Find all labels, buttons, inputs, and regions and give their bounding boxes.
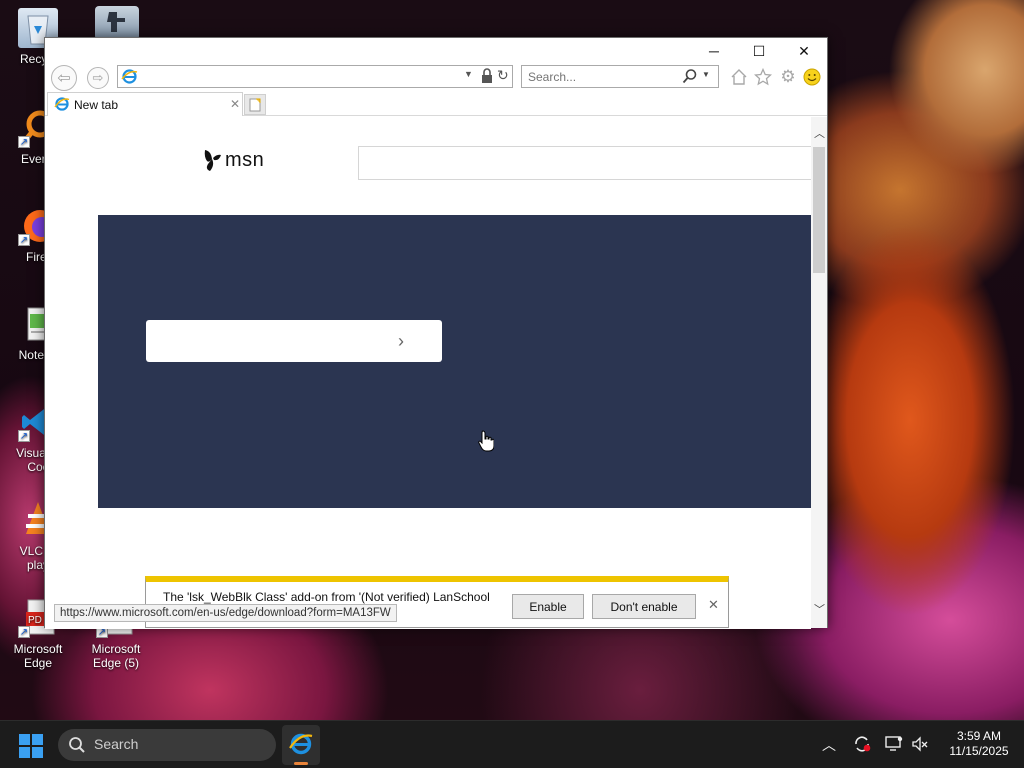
forward-button[interactable]: ⇨ xyxy=(87,67,109,89)
shortcut-arrow-icon: ↗ xyxy=(18,234,30,246)
clock-date: 11/15/2025 xyxy=(949,744,1009,758)
ie-tab-icon xyxy=(54,96,70,112)
dont-enable-button[interactable]: Don't enable xyxy=(592,594,696,619)
enable-button[interactable]: Enable xyxy=(512,594,584,619)
taskbar-search-label: Search xyxy=(94,736,139,752)
desktop-icon-label-line2: Edge (5) xyxy=(92,656,140,670)
scroll-down-icon[interactable]: ﹀ xyxy=(814,601,825,617)
hero-search-field[interactable]: › xyxy=(146,320,442,362)
window-titlebar[interactable]: ─ ☐ ✕ xyxy=(45,38,827,64)
game-app-icon xyxy=(95,6,139,40)
taskbar: Search ︿ 3:59 AM 11/15/2025 xyxy=(0,720,1024,768)
maximize-button[interactable]: ☐ xyxy=(736,38,782,64)
shortcut-arrow-icon: ↗ xyxy=(18,430,30,442)
shortcut-arrow-icon: ↗ xyxy=(18,136,30,148)
forward-arrow-icon: ⇨ xyxy=(92,70,104,85)
close-button[interactable]: ✕ xyxy=(781,38,827,64)
address-dropdown-icon[interactable]: ▼ xyxy=(464,69,473,79)
msn-logo[interactable]: msn xyxy=(201,147,264,173)
ie-browser-window: ─ ☐ ✕ ⇦ ⇨ ▼ ↻ ▼ xyxy=(44,37,828,629)
active-app-indicator xyxy=(294,762,308,765)
back-button[interactable]: ⇦ xyxy=(51,65,77,91)
back-arrow-icon: ⇦ xyxy=(57,70,71,87)
address-bar[interactable]: ▼ ↻ xyxy=(117,65,513,88)
refresh-icon[interactable]: ↻ xyxy=(497,67,509,84)
favorites-button[interactable] xyxy=(753,67,773,87)
internet-explorer-icon xyxy=(289,733,313,755)
minimize-button[interactable]: ─ xyxy=(691,38,737,64)
display-icon[interactable] xyxy=(884,734,904,754)
hero-banner: › xyxy=(98,215,811,508)
feedback-button[interactable] xyxy=(802,67,822,87)
address-input[interactable] xyxy=(142,69,452,85)
search-dropdown-icon[interactable]: ▼ xyxy=(702,70,710,79)
taskbar-search[interactable]: Search xyxy=(58,729,276,761)
tab-strip: New tab ✕ xyxy=(45,92,827,116)
msn-butterfly-icon xyxy=(204,150,221,171)
search-icon xyxy=(68,736,86,754)
search-box[interactable]: ▼ xyxy=(521,65,719,88)
chevron-right-icon[interactable]: › xyxy=(398,331,404,352)
notification-close-icon[interactable]: ✕ xyxy=(708,597,719,613)
shortcut-arrow-icon: ↗ xyxy=(18,626,30,638)
desktop-icon-label-line2: Edge xyxy=(23,656,53,670)
volume-muted-icon[interactable] xyxy=(910,734,930,754)
msn-logo-text: msn xyxy=(225,148,265,171)
msn-search-input[interactable] xyxy=(358,146,811,180)
sync-icon[interactable] xyxy=(852,734,872,754)
status-bar-url: https://www.microsoft.com/en-us/edge/dow… xyxy=(54,604,397,622)
page-content: msn › xyxy=(45,117,811,629)
tab-label: New tab xyxy=(74,98,119,112)
search-input[interactable] xyxy=(528,69,668,85)
vertical-scrollbar[interactable]: ︿ ﹀ xyxy=(811,117,827,628)
smiley-icon xyxy=(803,68,821,86)
search-icon[interactable] xyxy=(682,68,698,84)
hand-cursor-icon xyxy=(478,430,494,452)
svg-text:PD: PD xyxy=(28,615,42,626)
gear-icon: ⚙ xyxy=(780,67,796,86)
notification-message: The 'lsk_WebBlk Class' add-on from '(Not… xyxy=(163,590,490,604)
start-button[interactable] xyxy=(19,734,43,758)
windows-logo-icon xyxy=(19,734,43,758)
scroll-up-icon[interactable]: ︿ xyxy=(814,125,825,141)
home-button[interactable] xyxy=(729,67,749,87)
desktop-icon-label: Microsoft xyxy=(13,642,63,656)
tab-new-tab[interactable]: New tab ✕ xyxy=(47,92,243,116)
scrollbar-thumb[interactable] xyxy=(813,147,825,273)
system-clock[interactable]: 3:59 AM 11/15/2025 xyxy=(938,729,1020,759)
lock-icon xyxy=(480,68,494,84)
desktop-icon-label: Microsoft xyxy=(91,642,141,656)
ie-page-icon xyxy=(121,68,138,85)
new-tab-icon xyxy=(249,98,261,112)
chevron-up-icon[interactable]: ︿ xyxy=(822,735,836,755)
new-tab-button[interactable] xyxy=(244,94,266,115)
taskbar-ie-button[interactable] xyxy=(282,725,320,765)
home-icon xyxy=(731,69,747,85)
settings-button[interactable]: ⚙ xyxy=(778,67,798,87)
navigation-bar: ⇦ ⇨ ▼ ↻ ▼ xyxy=(45,64,827,92)
star-icon xyxy=(754,68,772,86)
tab-close-icon[interactable]: ✕ xyxy=(230,97,240,111)
clock-time: 3:59 AM xyxy=(956,729,1002,743)
